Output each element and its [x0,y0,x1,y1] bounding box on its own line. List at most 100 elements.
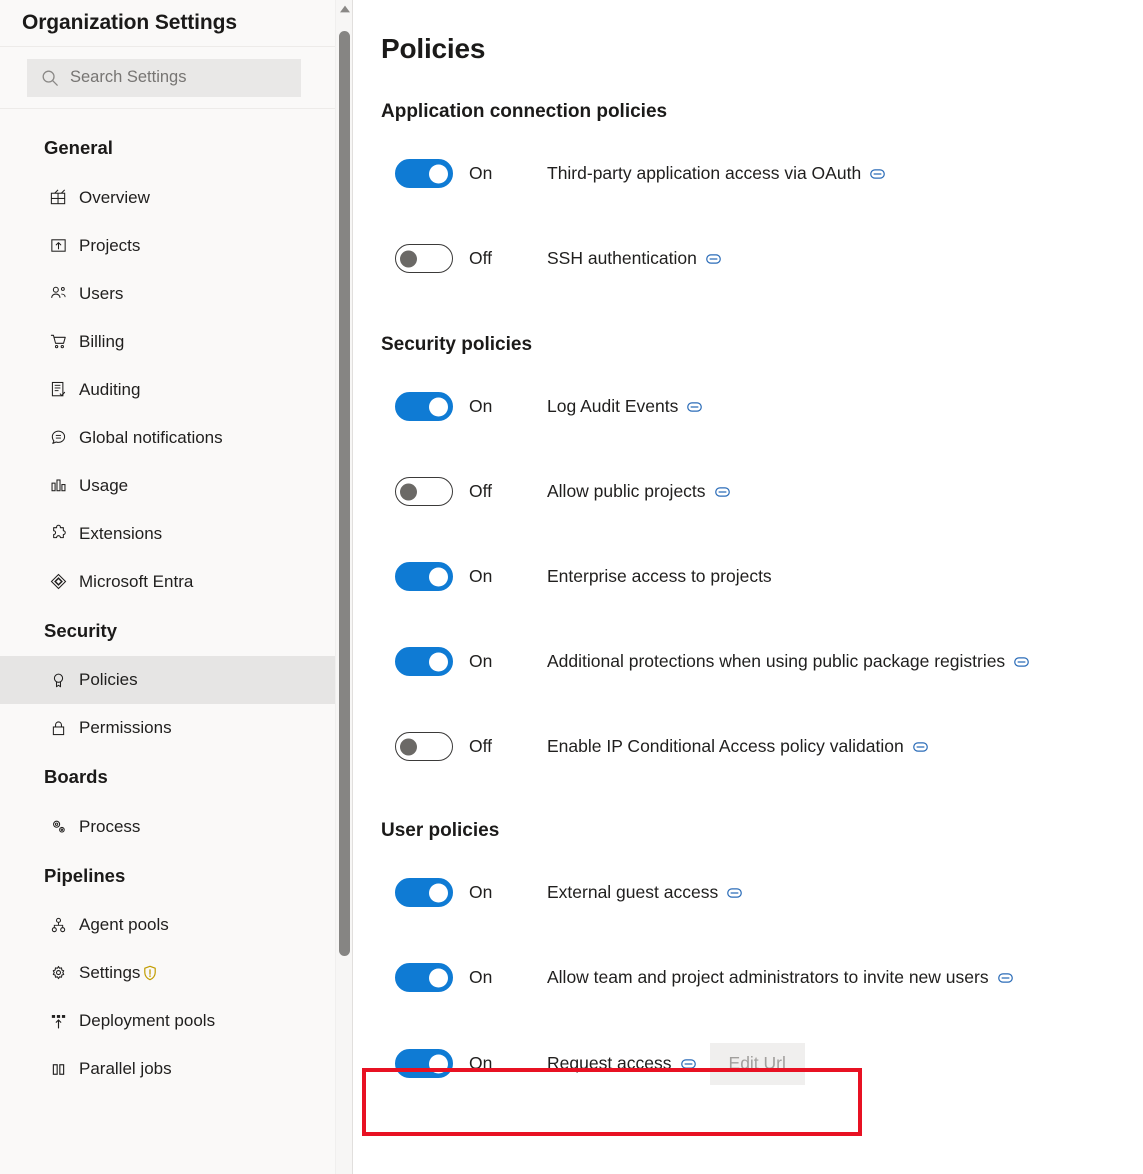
link-icon[interactable] [714,484,730,499]
search-input[interactable] [70,68,290,87]
policy-toggle-external-guest-access[interactable] [395,878,453,908]
link-icon[interactable] [1014,654,1030,669]
warning-shield-icon [142,965,158,981]
link-icon[interactable] [687,399,703,414]
sidebar-item-label: Parallel jobs [79,1059,172,1078]
sidebar-group-security: Security [44,619,118,641]
sidebar-group-boards: Boards [44,766,108,787]
policy-label: Allow public projects [547,481,730,502]
toggle-knob [429,883,448,903]
section-application-connection-policies: Application connection policies On Third… [381,102,1143,286]
sidebar-item-label: Billing [79,331,125,351]
policy-state-label: On [469,163,493,184]
policy-row: On Log Audit Events [381,380,1143,434]
toggle-knob [429,567,448,587]
sidebar-item-microsoft-entra[interactable]: Microsoft Entra [0,558,352,606]
policy-label: Log Audit Events [547,396,703,417]
policies-ribbon-icon [48,670,68,690]
sidebar-item-overview[interactable]: Overview [0,174,352,222]
usage-bar-chart-icon [48,476,68,496]
link-icon[interactable] [727,885,743,900]
sidebar-item-permissions[interactable]: Permissions [0,704,352,752]
sidebar-item-label: Overview [79,187,150,207]
policy-state-label: On [469,967,493,988]
sidebar-item-label: Deployment pools [79,1011,216,1030]
policy-toggle-request-access[interactable] [395,1049,453,1079]
edit-url-button[interactable]: Edit Url [709,1042,805,1085]
overview-icon [48,188,68,208]
sidebar-item-users[interactable]: Users [0,270,352,318]
policy-state-label: Off [469,736,493,757]
policy-name-text: Allow team and project administrators to… [547,967,989,988]
sidebar-nav-list: General Overview Projects Users Billing … [0,109,352,1093]
sidebar-item-parallel-jobs[interactable]: Parallel jobs [0,1045,352,1093]
sidebar-item-label: Extensions [79,523,163,543]
scrollbar-thumb[interactable] [339,31,350,956]
section-user-policies: User policies On External guest access O… [381,821,1143,1091]
policies-main-content: Policies Application connection policies… [353,0,1143,1174]
policy-state-label: On [469,396,493,417]
microsoft-entra-icon [48,572,68,592]
toggle-knob [400,250,417,268]
link-icon[interactable] [680,1056,696,1071]
sidebar-item-label: Permissions [79,718,172,737]
policy-state-label: On [469,566,493,587]
policy-toggle-allow-public-projects[interactable] [395,477,453,507]
sidebar-item-label: Policies [79,670,138,689]
sidebar-item-extensions[interactable]: Extensions [0,510,352,558]
parallel-jobs-icon [48,1059,68,1079]
scroll-up-arrow-icon[interactable] [336,0,352,18]
sidebar-group-general: General [44,137,113,158]
sidebar-item-usage[interactable]: Usage [0,462,352,510]
sidebar-title: Organization Settings [22,11,237,34]
notification-chat-icon [48,428,68,448]
sidebar-item-label: Usage [79,475,129,495]
page-title: Policies [381,33,486,64]
sidebar-item-billing[interactable]: Billing [0,318,352,366]
policy-state-label: On [469,651,493,672]
policy-name-text: Additional protections when using public… [547,651,1006,672]
section-title: Application connection policies [381,100,668,122]
agent-pools-icon [48,915,68,935]
policy-row: Off Allow public projects [381,465,1143,519]
sidebar-item-auditing[interactable]: Auditing [0,366,352,414]
sidebar-item-projects[interactable]: Projects [0,222,352,270]
policy-name-text: Enterprise access to projects [547,566,772,587]
sidebar-item-label: Agent pools [79,915,169,934]
policy-name-text: SSH authentication [547,248,697,269]
sidebar-item-global-notifications[interactable]: Global notifications [0,414,352,462]
search-settings-box[interactable] [27,58,301,97]
sidebar-item-policies[interactable]: Policies [0,656,352,704]
policy-toggle-allow-admins-invite-users[interactable] [395,963,453,993]
sidebar-item-process[interactable]: Process [0,803,352,851]
users-icon [48,284,68,304]
link-icon[interactable] [997,970,1013,985]
sidebar-item-label: Process [79,816,141,836]
sidebar-item-agent-pools[interactable]: Agent pools [0,901,352,949]
sidebar-scrollbar[interactable] [335,0,352,1174]
settings-gear-icon [48,963,68,983]
policy-state-label: Off [469,481,493,502]
policy-toggle-ssh-authentication[interactable] [395,244,453,274]
link-icon[interactable] [705,251,721,266]
policy-toggle-third-party-oauth[interactable] [395,159,453,189]
sidebar-item-settings[interactable]: Settings [0,949,352,997]
sidebar-search-container [0,47,352,109]
search-icon [41,69,59,87]
policy-row: On Enterprise access to projects [381,550,1143,604]
link-icon[interactable] [870,166,886,181]
policy-toggle-enterprise-access-to-projects[interactable] [395,562,453,592]
toggle-knob [400,483,417,501]
policy-toggle-log-audit-events[interactable] [395,392,453,422]
policy-row: On External guest access [381,866,1143,920]
policy-toggle-ip-conditional-access[interactable] [395,732,453,762]
policy-row: On Additional protections when using pub… [381,635,1143,689]
sidebar-item-deployment-pools[interactable]: Deployment pools [0,997,352,1045]
policy-name-text: Enable IP Conditional Access policy vali… [547,736,904,757]
policy-name-text: Request access [547,1053,672,1074]
toggle-knob [400,738,417,756]
toggle-knob [429,397,448,417]
policy-row-request-access: On Request access Edit Url [381,1037,1143,1091]
link-icon[interactable] [912,739,928,754]
policy-toggle-additional-protections-package-registries[interactable] [395,647,453,677]
